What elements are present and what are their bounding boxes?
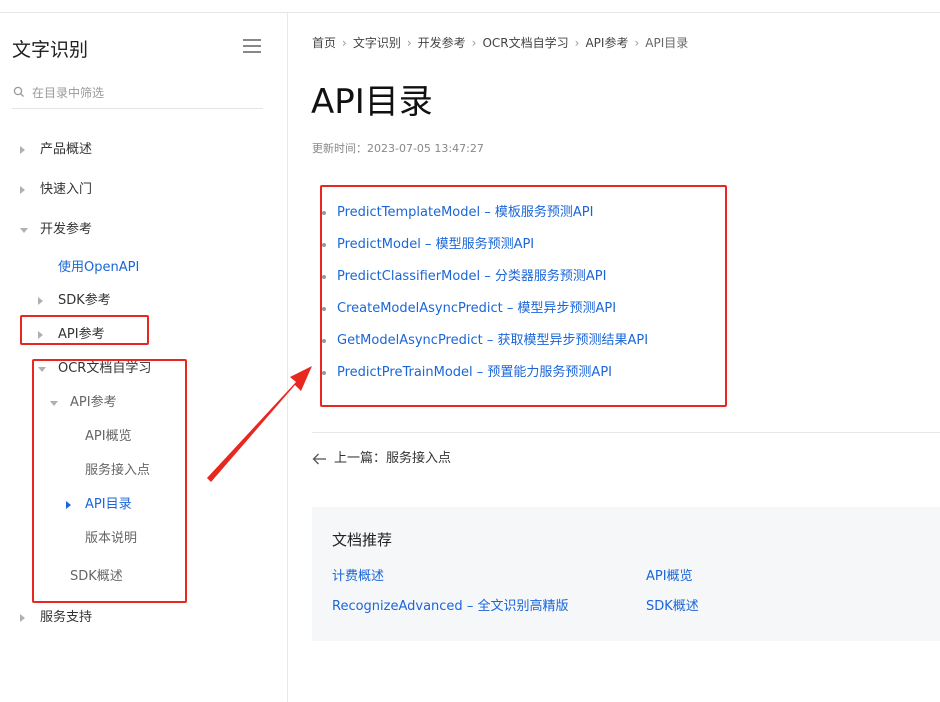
breadcrumb-api-reference[interactable]: API参考	[585, 34, 628, 51]
sidebar-item-quick-start[interactable]: 快速入门	[20, 180, 140, 200]
sidebar-item-sdk-reference[interactable]: SDK参考	[38, 291, 158, 311]
caret-right-icon	[20, 186, 25, 194]
filter-input[interactable]	[32, 83, 257, 103]
bullet-icon	[322, 275, 326, 279]
api-link-get-model-async-predict[interactable]: GetModelAsyncPredict – 获取模型异步预测结果API	[337, 330, 648, 352]
breadcrumb: 首页 › 文字识别 › 开发参考 › OCR文档自学习 › API参考 › API目录	[312, 34, 688, 52]
sidebar-title: 文字识别	[12, 39, 89, 61]
content-divider	[312, 432, 940, 433]
bullet-icon	[322, 211, 326, 215]
list-item: CreateModelAsyncPredict – 模型异步预测API	[322, 298, 702, 320]
api-link-predict-template-model[interactable]: PredictTemplateModel – 模板服务预测API	[337, 202, 593, 224]
caret-down-icon	[20, 228, 28, 233]
breadcrumb-home[interactable]: 首页	[312, 34, 336, 51]
list-item: PredictClassifierModel – 分类器服务预测API	[322, 266, 702, 288]
list-item: PredictModel – 模型服务预测API	[322, 234, 702, 256]
api-link-predict-classifier-model[interactable]: PredictClassifierModel – 分类器服务预测API	[337, 266, 606, 288]
recommend-link-api-overview[interactable]: API概览	[646, 565, 693, 584]
caret-right-icon	[20, 614, 25, 622]
annotation-arrow-icon	[207, 366, 312, 482]
doc-recommendations: 文档推荐 计费概述 API概览 RecognizeAdvanced – 全文识别…	[312, 507, 940, 641]
api-link-predict-pretrain-model[interactable]: PredictPreTrainModel – 预置能力服务预测API	[337, 362, 612, 384]
api-link-create-model-async-predict[interactable]: CreateModelAsyncPredict – 模型异步预测API	[337, 298, 616, 320]
chevron-right-icon: ›	[342, 35, 347, 50]
recommend-link-billing[interactable]: 计费概述	[332, 565, 384, 584]
sidebar-item-product-overview[interactable]: 产品概述	[20, 140, 140, 160]
annotation-box-api-reference	[20, 315, 149, 345]
filter-box	[12, 81, 263, 109]
page-title: API目录	[311, 82, 433, 122]
prev-page-label: 上一篇：服务接入点	[334, 451, 452, 466]
list-item: PredictTemplateModel – 模板服务预测API	[322, 202, 702, 224]
caret-right-icon	[38, 297, 43, 305]
breadcrumb-dev-reference[interactable]: 开发参考	[418, 34, 466, 51]
bullet-icon	[322, 307, 326, 311]
recommend-link-sdk-overview[interactable]: SDK概述	[646, 595, 699, 614]
list-item: PredictPreTrainModel – 预置能力服务预测API	[322, 362, 702, 384]
annotation-box-ocr-section	[32, 359, 187, 603]
chevron-right-icon: ›	[634, 35, 640, 50]
menu-icon[interactable]	[243, 39, 261, 53]
chevron-right-icon: ›	[471, 35, 477, 50]
chevron-right-icon: ›	[574, 35, 580, 50]
sidebar-item-service-support[interactable]: 服务支持	[20, 608, 140, 628]
bullet-icon	[322, 243, 326, 247]
bullet-icon	[322, 339, 326, 343]
search-icon	[13, 86, 24, 97]
bullet-icon	[322, 371, 326, 375]
api-link-predict-model[interactable]: PredictModel – 模型服务预测API	[337, 234, 534, 256]
recommend-link-recognize-advanced[interactable]: RecognizeAdvanced – 全文识别高精版	[332, 595, 568, 614]
arrow-left-icon	[312, 453, 326, 465]
chevron-right-icon: ›	[406, 35, 412, 50]
update-time: 更新时间：2023-07-05 13:47:27	[312, 142, 484, 155]
list-item: GetModelAsyncPredict – 获取模型异步预测结果API	[322, 330, 702, 352]
sidebar-item-dev-reference[interactable]: 开发参考	[20, 220, 140, 240]
sidebar-item-use-openapi[interactable]: 使用OpenAPI	[58, 258, 178, 278]
prev-page-link[interactable]: 上一篇：服务接入点	[312, 449, 512, 469]
recommend-title: 文档推荐	[332, 531, 393, 549]
breadcrumb-ocr-self-learning[interactable]: OCR文档自学习	[482, 34, 568, 51]
breadcrumb-ocr[interactable]: 文字识别	[353, 34, 401, 51]
breadcrumb-current: API目录	[645, 36, 689, 50]
caret-right-icon	[20, 146, 25, 154]
